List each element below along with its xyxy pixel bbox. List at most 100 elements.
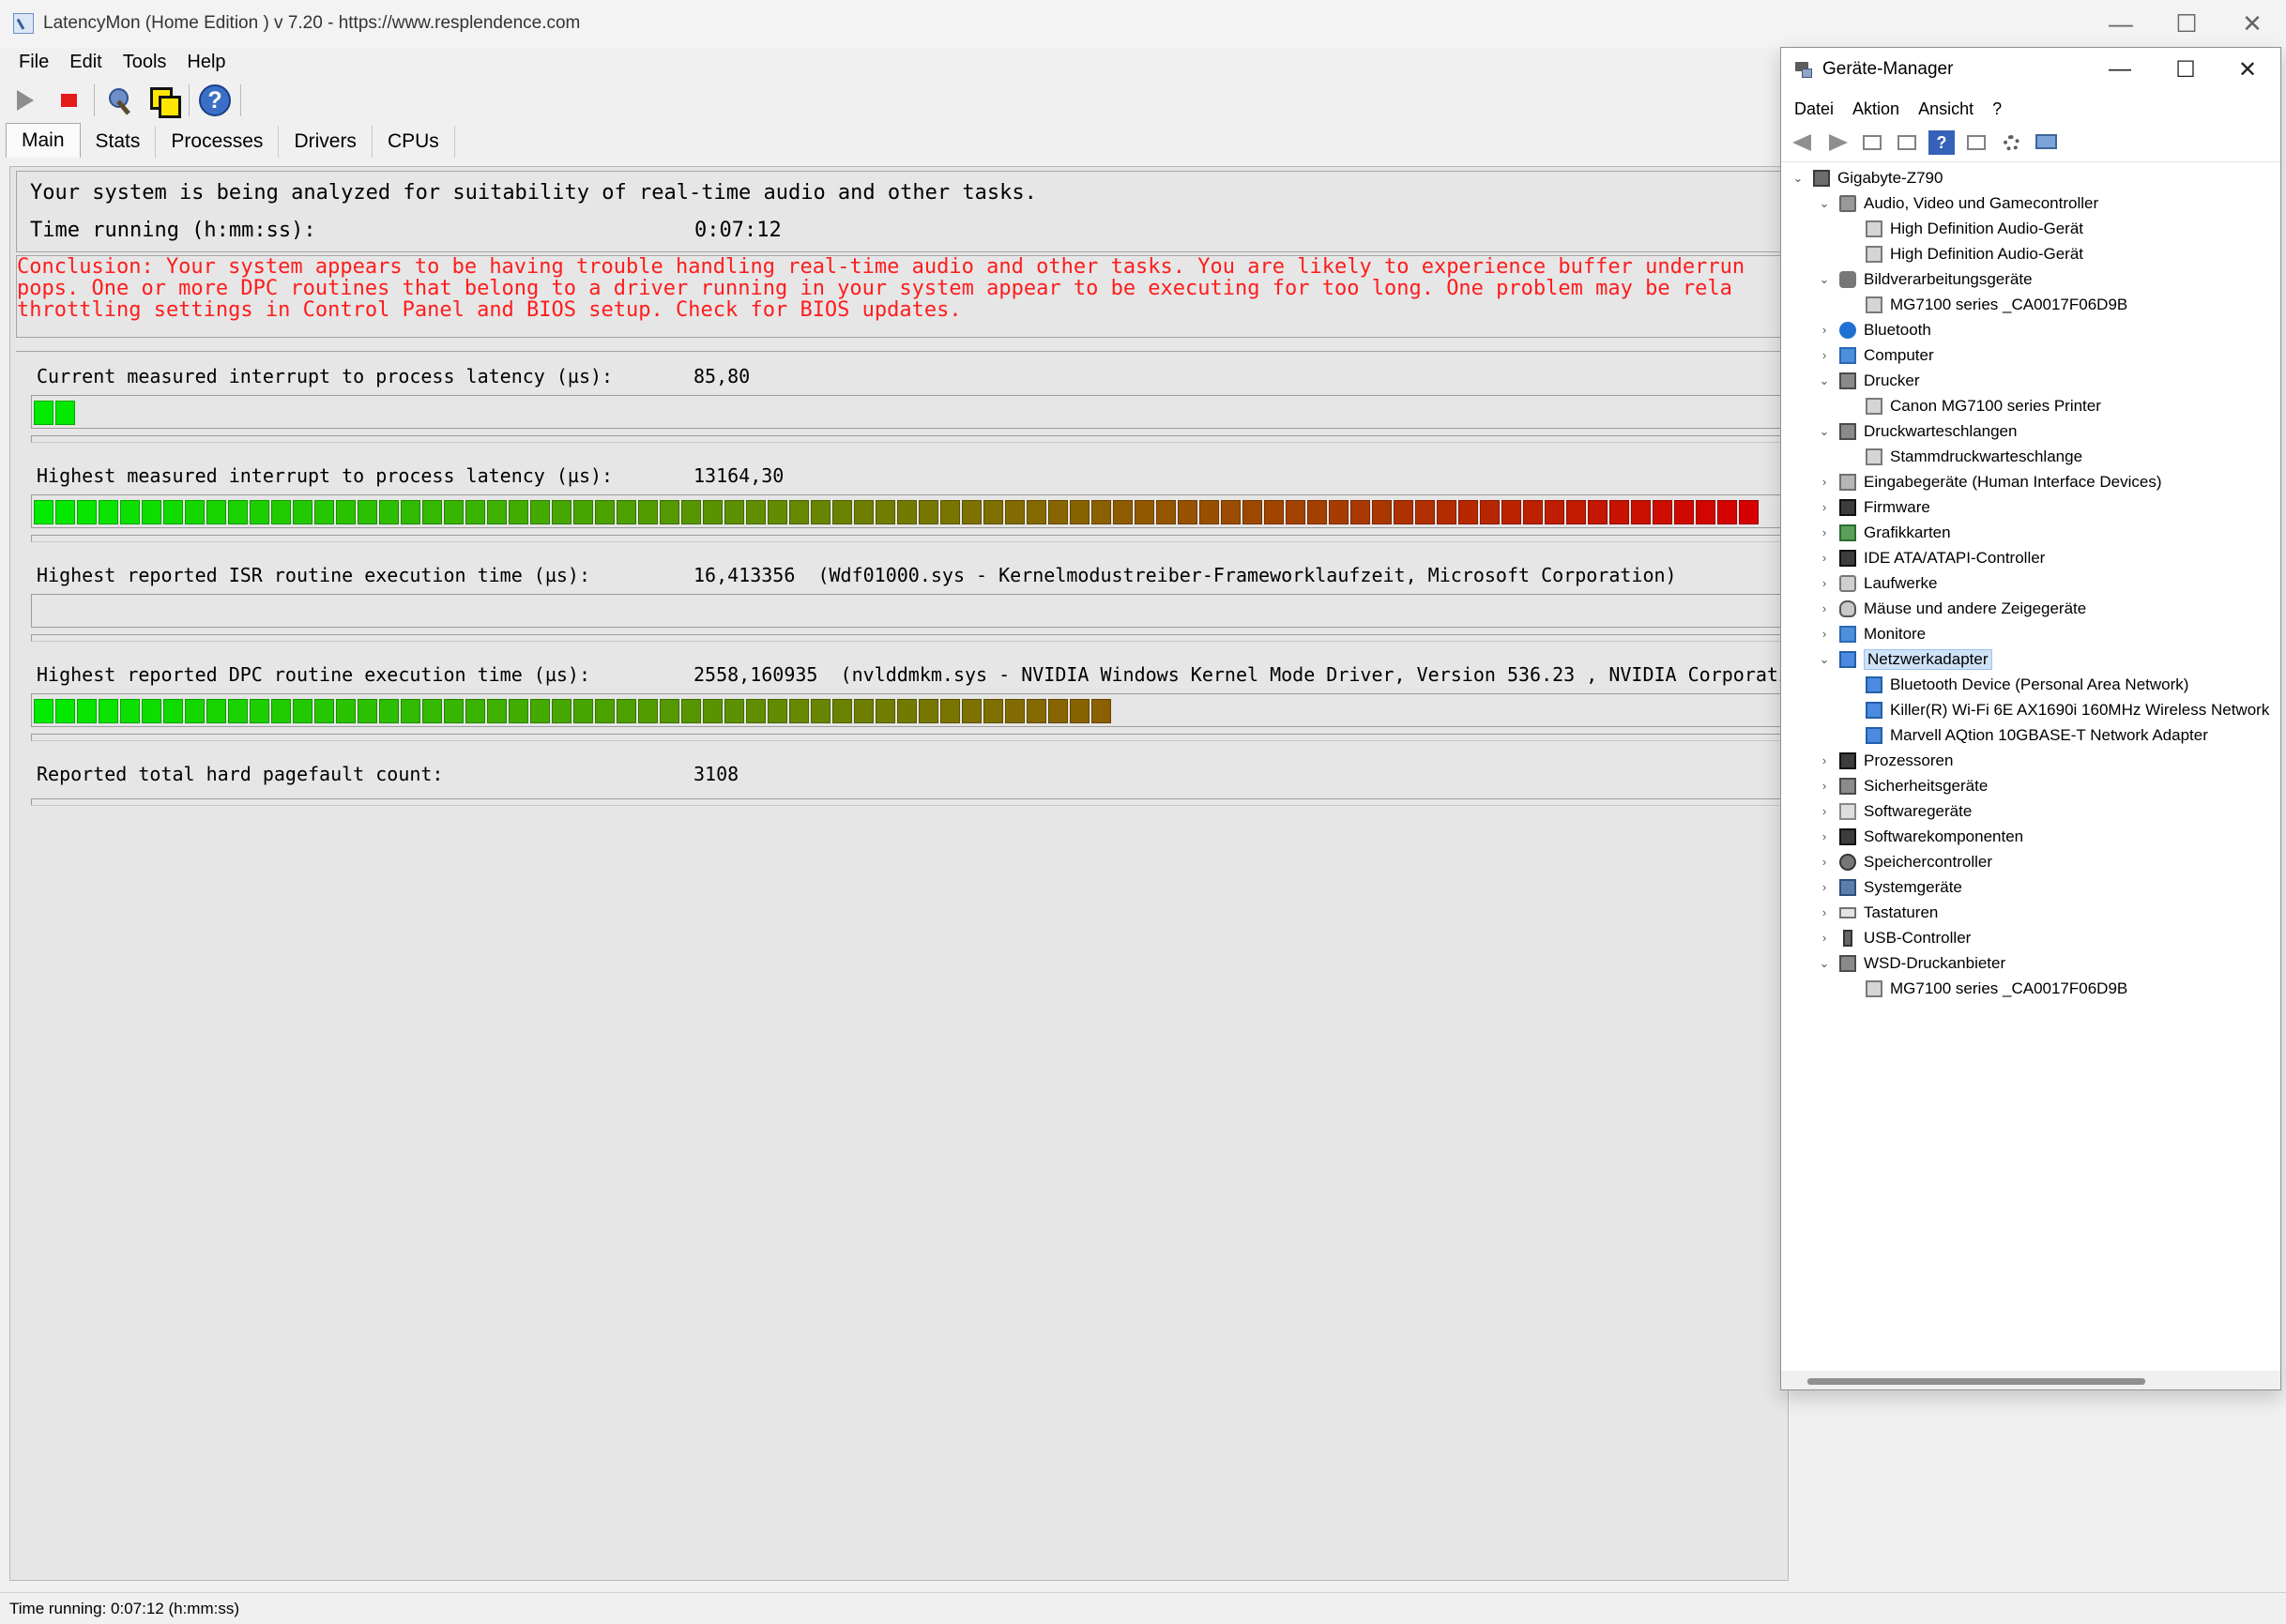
horizontal-scrollbar[interactable] (1781, 1371, 2280, 1389)
view-icon[interactable] (1963, 130, 1989, 155)
tree-category[interactable]: › Prozessoren (1817, 748, 1953, 773)
chevron-right-icon[interactable]: › (1817, 753, 1832, 767)
tree-category[interactable]: › Systemgeräte (1817, 874, 1962, 900)
tree-category[interactable]: › Laufwerke (1817, 570, 1937, 596)
chevron-right-icon[interactable]: › (1817, 348, 1832, 362)
dm-maximize-button[interactable]: ☐ (2153, 48, 2218, 91)
tree-category[interactable]: › Computer (1817, 342, 1934, 368)
menu-edit[interactable]: Edit (69, 52, 101, 73)
properties-icon[interactable] (1894, 130, 1920, 155)
menu-file[interactable]: File (19, 52, 49, 73)
tab-processes[interactable]: Processes (156, 126, 280, 158)
maximize-button[interactable]: ☐ (2154, 0, 2219, 47)
view-grid-icon[interactable] (1859, 130, 1885, 155)
tree-category[interactable]: ⌄ Bildverarbeitungsgeräte (1817, 266, 2033, 292)
tree-category[interactable]: › Firmware (1817, 494, 1930, 520)
menu-ansicht[interactable]: Ansicht (1918, 99, 1974, 119)
latency-bar-segment (55, 401, 75, 425)
dm-close-button[interactable]: ✕ (2215, 48, 2280, 91)
tree-item-label: Audio, Video und Gamecontroller (1864, 193, 2099, 212)
device-manager-titlebar[interactable]: Geräte-Manager — ☐ ✕ (1781, 48, 2280, 91)
chevron-right-icon[interactable]: › (1817, 855, 1832, 869)
chevron-right-icon[interactable]: › (1817, 779, 1832, 793)
back-arrow-icon[interactable] (1790, 130, 1816, 155)
monitor-icon[interactable] (2033, 130, 2059, 155)
tab-cpus[interactable]: CPUs (373, 126, 455, 158)
tab-stats[interactable]: Stats (81, 126, 157, 158)
chevron-right-icon[interactable]: › (1817, 905, 1832, 919)
tree-item-label: Killer(R) Wi-Fi 6E AX1690i 160MHz Wirele… (1890, 700, 2270, 719)
latencymon-titlebar[interactable]: LatencyMon (Home Edition ) v 7.20 - http… (0, 0, 2286, 47)
menu-aktion[interactable]: Aktion (1852, 99, 1899, 119)
chevron-down-icon[interactable]: ⌄ (1817, 196, 1832, 211)
tree-category[interactable]: › Bluetooth (1817, 317, 1931, 342)
tree-device[interactable]: Canon MG7100 series Printer (1866, 393, 2101, 418)
tree-category[interactable]: › Sicherheitsgeräte (1817, 773, 1988, 798)
tree-device[interactable]: High Definition Audio-Gerät (1866, 216, 2083, 241)
tree-category[interactable]: › Softwarekomponenten (1817, 824, 2023, 849)
chevron-right-icon[interactable]: › (1817, 804, 1832, 818)
scrollbar-thumb[interactable] (1807, 1378, 2145, 1385)
tree-category[interactable]: › Grafikkarten (1817, 520, 1951, 545)
chevron-right-icon[interactable]: › (1817, 323, 1832, 337)
chevron-right-icon[interactable]: › (1817, 525, 1832, 539)
device-tree[interactable]: ⌄ Gigabyte-Z790 ⌄ Audio, Video und Gamecont… (1781, 165, 2280, 1371)
chevron-right-icon[interactable]: › (1817, 551, 1832, 565)
chevron-right-icon[interactable]: › (1817, 601, 1832, 615)
chevron-right-icon[interactable]: › (1817, 627, 1832, 641)
menu-help[interactable]: ? (1992, 99, 2002, 119)
chevron-right-icon[interactable]: › (1817, 475, 1832, 489)
tree-category[interactable]: ⌄ WSD-Druckanbieter (1817, 950, 2005, 976)
chevron-down-icon[interactable]: ⌄ (1817, 424, 1832, 439)
help-button[interactable]: ? (197, 83, 233, 118)
chevron-right-icon[interactable]: › (1817, 931, 1832, 945)
chevron-right-icon[interactable]: › (1817, 829, 1832, 843)
stop-icon (60, 94, 77, 107)
menu-help[interactable]: Help (187, 52, 225, 73)
tree-category[interactable]: ⌄ Druckwarteschlangen (1817, 418, 2017, 444)
stop-button[interactable] (51, 83, 86, 118)
latency-bar-segment (55, 500, 75, 524)
tree-device[interactable]: MG7100 series _CA0017F06D9B (1866, 292, 2127, 317)
tree-device[interactable]: Killer(R) Wi-Fi 6E AX1690i 160MHz Wirele… (1866, 697, 2269, 722)
tree-category[interactable]: ⌄ Netzwerkadapter (1817, 646, 1992, 672)
tree-category[interactable]: › IDE ATA/ATAPI-Controller (1817, 545, 2045, 570)
menu-datei[interactable]: Datei (1794, 99, 1834, 119)
tree-category[interactable]: ⌄ Audio, Video und Gamecontroller (1817, 190, 2098, 216)
tree-device[interactable]: High Definition Audio-Gerät (1866, 241, 2083, 266)
tree-category[interactable]: › Speichercontroller (1817, 849, 1992, 874)
tree-device[interactable]: Marvell AQtion 10GBASE-T Network Adapter (1866, 722, 2208, 748)
tree-category[interactable]: ⌄ Drucker (1817, 368, 1920, 393)
chevron-down-icon[interactable]: ⌄ (1817, 272, 1832, 287)
chevron-right-icon[interactable]: › (1817, 880, 1832, 894)
start-button[interactable] (8, 83, 43, 118)
minimize-button[interactable]: — (2088, 0, 2154, 47)
close-button[interactable]: ✕ (2219, 0, 2285, 47)
menu-tools[interactable]: Tools (123, 52, 167, 73)
tree-category[interactable]: › Mäuse und andere Zeigegeräte (1817, 596, 2086, 621)
forward-arrow-icon[interactable] (1824, 130, 1851, 155)
chevron-down-icon[interactable]: ⌄ (1817, 373, 1832, 388)
chevron-down-icon[interactable]: ⌄ (1817, 652, 1832, 667)
tools-button[interactable] (102, 83, 138, 118)
tree-category[interactable]: › Tastaturen (1817, 900, 1939, 925)
scan-hardware-icon[interactable] (1998, 130, 2024, 155)
dm-minimize-button[interactable]: — (2087, 48, 2153, 91)
tree-category[interactable]: › Monitore (1817, 621, 1926, 646)
tree-device[interactable]: Bluetooth Device (Personal Area Network) (1866, 672, 2188, 697)
copy-button[interactable] (145, 83, 181, 118)
tab-drivers[interactable]: Drivers (279, 126, 373, 158)
tree-device[interactable]: MG7100 series _CA0017F06D9B (1866, 976, 2127, 1001)
tree-root[interactable]: ⌄ Gigabyte-Z790 (1791, 165, 1943, 190)
help-icon[interactable]: ? (1928, 130, 1955, 155)
chevron-right-icon[interactable]: › (1817, 576, 1832, 590)
chevron-down-icon[interactable]: ⌄ (1791, 171, 1806, 186)
tree-category[interactable]: › Softwaregeräte (1817, 798, 1972, 824)
tree-category[interactable]: › Eingabegeräte (Human Interface Devices) (1817, 469, 2162, 494)
hid-icon (1839, 473, 1856, 491)
tree-category[interactable]: › USB-Controller (1817, 925, 1971, 950)
chevron-down-icon[interactable]: ⌄ (1817, 956, 1832, 971)
tab-main[interactable]: Main (6, 123, 81, 158)
chevron-right-icon[interactable]: › (1817, 500, 1832, 514)
tree-device[interactable]: Stammdruckwarteschlange (1866, 444, 2082, 469)
